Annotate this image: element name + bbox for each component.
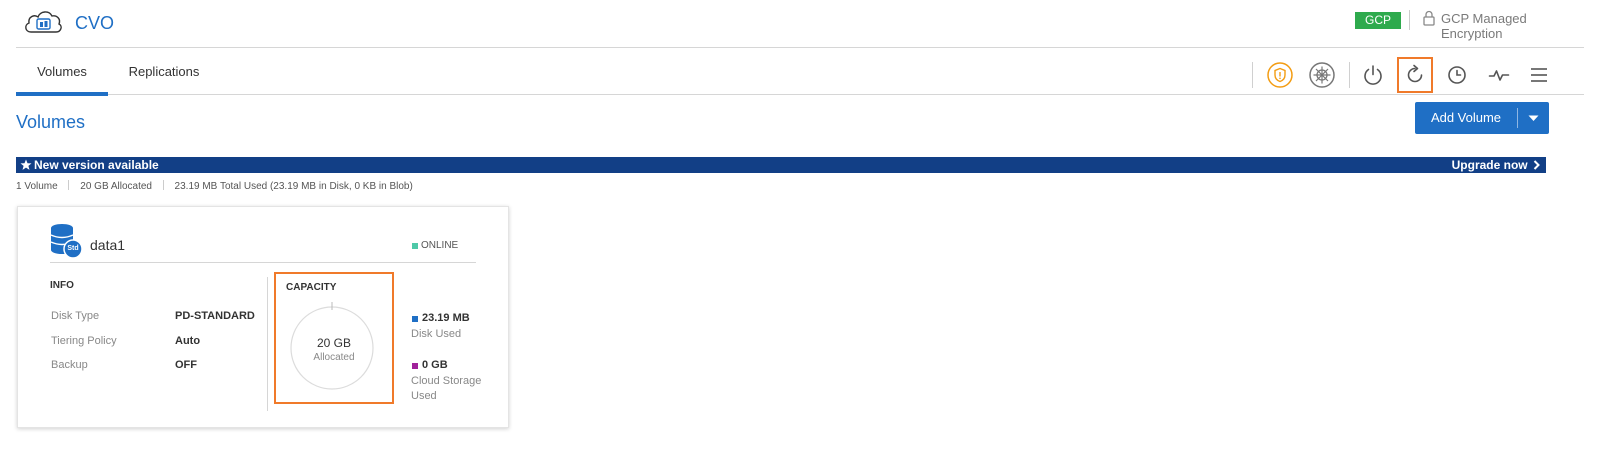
cloud-logo-icon bbox=[22, 6, 64, 38]
volume-count: 1 Volume bbox=[16, 181, 58, 192]
lock-icon bbox=[1422, 10, 1436, 26]
std-badge-text: Std bbox=[67, 245, 79, 252]
used-total: 23.19 MB Total Used (23.19 MB in Disk, 0… bbox=[174, 181, 413, 192]
info-value-backup: OFF bbox=[175, 359, 197, 371]
summary-divider bbox=[68, 180, 70, 190]
activity-icon[interactable] bbox=[1484, 60, 1514, 90]
shield-icon[interactable] bbox=[1265, 60, 1295, 90]
tab-volumes[interactable]: Volumes bbox=[16, 48, 108, 96]
upgrade-banner: New version available Upgrade now bbox=[16, 157, 1546, 173]
add-volume-button-label[interactable]: Add Volume bbox=[1415, 102, 1517, 134]
toolbar-divider bbox=[1349, 62, 1350, 88]
status-badge: ONLINE bbox=[421, 240, 459, 251]
cloud-storage-value: 0 GB bbox=[422, 359, 448, 371]
page-title: Volumes bbox=[16, 112, 86, 132]
card-divider bbox=[50, 262, 476, 263]
menu-icon[interactable] bbox=[1524, 60, 1554, 90]
section-divider bbox=[267, 277, 268, 411]
allocated-label: Allocated bbox=[313, 352, 355, 363]
database-icon: Std bbox=[49, 223, 85, 259]
toolbar-divider bbox=[1252, 62, 1253, 88]
allocated-value: 20 GB bbox=[316, 336, 352, 350]
cloud-storage-swatch bbox=[412, 363, 418, 369]
banner-text: New version available bbox=[34, 158, 159, 172]
app-title: CVO bbox=[75, 13, 115, 33]
kubernetes-icon[interactable] bbox=[1307, 60, 1337, 90]
disk-used-label: Disk Used bbox=[411, 328, 462, 340]
header-divider bbox=[1409, 10, 1410, 30]
info-key-backup: Backup bbox=[51, 359, 88, 371]
volume-card[interactable]: Std data1 ONLINE INFO Disk Type PD-STAND… bbox=[17, 206, 509, 428]
info-key-disk-type: Disk Type bbox=[51, 310, 100, 322]
disk-used-value: 23.19 MB bbox=[422, 312, 470, 324]
upgrade-now-label: Upgrade now bbox=[1451, 158, 1528, 172]
capacity-section: CAPACITY 20 GB Allocated bbox=[274, 272, 394, 404]
refresh-icon[interactable] bbox=[1397, 57, 1433, 93]
chevron-down-icon[interactable] bbox=[1518, 102, 1549, 134]
tab-replications[interactable]: Replications bbox=[116, 48, 212, 95]
cloud-provider-badge: GCP bbox=[1355, 12, 1401, 29]
info-value-disk-type: PD-STANDARD bbox=[175, 310, 255, 322]
chevron-right-icon bbox=[1533, 160, 1540, 170]
app-header: CVO GCP GCP Managed Encryption bbox=[16, 0, 1584, 48]
clock-icon[interactable] bbox=[1442, 60, 1472, 90]
summary-divider bbox=[162, 180, 164, 190]
cloud-storage-label: Cloud Storage Used bbox=[411, 375, 482, 402]
volume-summary: 1 Volume 20 GB Allocated 23.19 MB Total … bbox=[16, 180, 413, 192]
disk-used-swatch bbox=[412, 316, 418, 322]
upgrade-now-link[interactable]: Upgrade now bbox=[1452, 157, 1540, 173]
add-volume-button: Add Volume bbox=[1415, 102, 1549, 134]
info-key-tiering-policy: Tiering Policy bbox=[51, 335, 117, 347]
power-icon[interactable] bbox=[1358, 60, 1388, 90]
volume-name: data1 bbox=[90, 237, 126, 253]
info-title: INFO bbox=[50, 280, 74, 291]
capacity-title: CAPACITY bbox=[286, 282, 337, 293]
info-value-tiering-policy: Auto bbox=[175, 335, 201, 347]
status-indicator bbox=[412, 243, 418, 249]
allocated-total: 20 GB Allocated bbox=[80, 181, 152, 192]
star-icon bbox=[20, 159, 32, 170]
encryption-label: GCP Managed Encryption bbox=[1441, 11, 1527, 41]
